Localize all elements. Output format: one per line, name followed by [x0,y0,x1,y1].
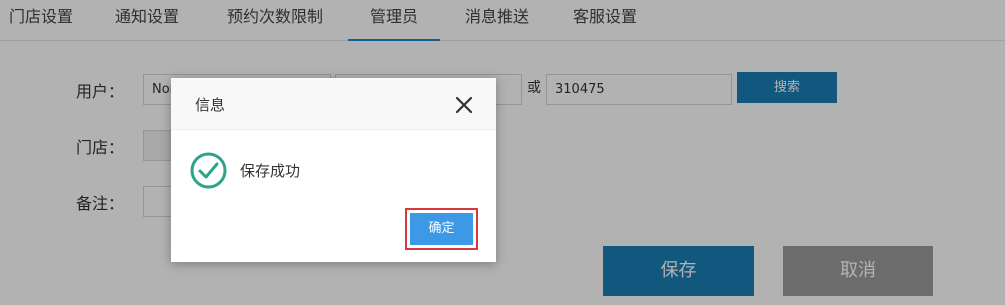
dialog-header: 信息 [171,78,496,130]
dialog-title: 信息 [195,96,226,114]
confirm-button[interactable]: 确定 [405,208,478,250]
check-circle-icon [190,152,227,189]
dialog-message: 保存成功 [240,162,301,180]
confirm-button-label: 确定 [410,213,473,245]
modal-overlay[interactable] [0,0,1005,305]
close-icon[interactable] [453,94,475,116]
info-dialog: 信息 保存成功 确定 [171,78,496,262]
